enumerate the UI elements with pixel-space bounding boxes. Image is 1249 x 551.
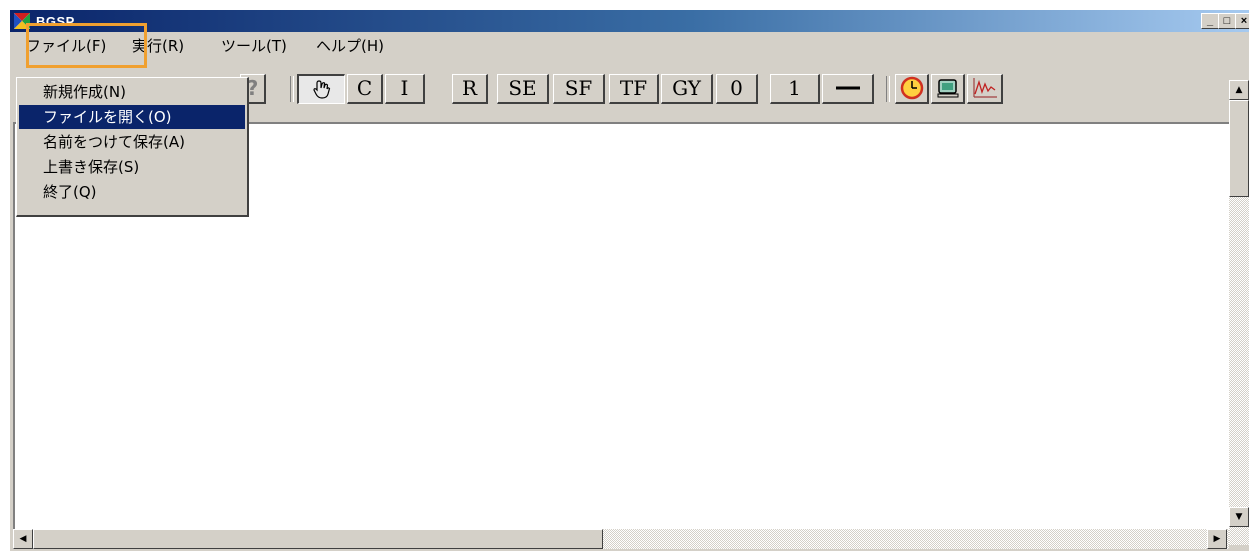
vertical-scroll-thumb[interactable] [1229, 100, 1249, 197]
display-button[interactable] [931, 74, 965, 104]
menu-item-open[interactable]: ファイルを開く(O) [19, 105, 245, 129]
scroll-left-arrow-icon[interactable]: ◀ [13, 529, 33, 549]
horizontal-scroll-thumb[interactable] [33, 529, 603, 549]
scroll-right-arrow-icon[interactable]: ▶ [1207, 529, 1227, 549]
app-logo-icon [14, 13, 30, 29]
element-button-gy[interactable]: GY [661, 74, 713, 104]
close-button[interactable]: × [1235, 13, 1249, 29]
toolbar-separator [290, 76, 294, 102]
graph-icon [972, 78, 997, 98]
run-button[interactable] [895, 74, 929, 104]
hand-pointer-icon [312, 80, 330, 99]
graph-button[interactable] [967, 74, 1003, 104]
element-button-sf[interactable]: SF [553, 74, 605, 104]
menu-item-save-as[interactable]: 名前をつけて保存(A) [19, 130, 245, 154]
file-menu-dropdown: 新規作成(N) ファイルを開く(O) 名前をつけて保存(A) 上書き保存(S) … [16, 77, 249, 217]
element-button-0[interactable]: 0 [716, 74, 758, 104]
title-bar[interactable]: BGSP _ □ × [10, 10, 1249, 32]
menu-run[interactable]: 実行(R) [129, 36, 187, 56]
toolbar-separator [886, 76, 890, 102]
horizontal-scrollbar[interactable]: ◀ ▶ [13, 529, 1229, 549]
clock-icon [900, 76, 923, 100]
element-button-1[interactable]: 1 [770, 74, 820, 104]
element-button-i[interactable]: I [385, 74, 425, 104]
scroll-up-arrow-icon[interactable]: ▲ [1229, 80, 1249, 100]
menu-file[interactable]: ファイル(F) [23, 36, 109, 56]
bond-line-icon [835, 86, 860, 90]
element-button-tf[interactable]: TF [609, 74, 659, 104]
minimize-button[interactable]: _ [1201, 13, 1219, 29]
menu-help[interactable]: ヘルプ(H) [313, 36, 387, 56]
maximize-button[interactable]: □ [1218, 13, 1236, 29]
element-button-c[interactable]: C [347, 74, 383, 104]
bond-button[interactable] [822, 74, 874, 104]
app-window: BGSP _ □ × ファイル(F) 実行(R) ツール(T) ヘルプ(H) ?… [10, 10, 1249, 551]
vertical-scrollbar[interactable]: ▲ ▼ [1229, 80, 1249, 545]
pointer-tool-button[interactable] [297, 74, 345, 104]
menu-item-exit[interactable]: 終了(Q) [19, 180, 245, 204]
monitor-icon [937, 79, 958, 98]
window-title: BGSP [36, 14, 75, 29]
menu-item-save[interactable]: 上書き保存(S) [19, 155, 245, 179]
scroll-down-arrow-icon[interactable]: ▼ [1229, 507, 1249, 527]
element-button-r[interactable]: R [452, 74, 488, 104]
menu-item-new[interactable]: 新規作成(N) [19, 80, 245, 104]
element-button-se[interactable]: SE [497, 74, 549, 104]
menu-bar: ファイル(F) 実行(R) ツール(T) ヘルプ(H) [10, 23, 1249, 68]
menu-tools[interactable]: ツール(T) [218, 36, 290, 56]
